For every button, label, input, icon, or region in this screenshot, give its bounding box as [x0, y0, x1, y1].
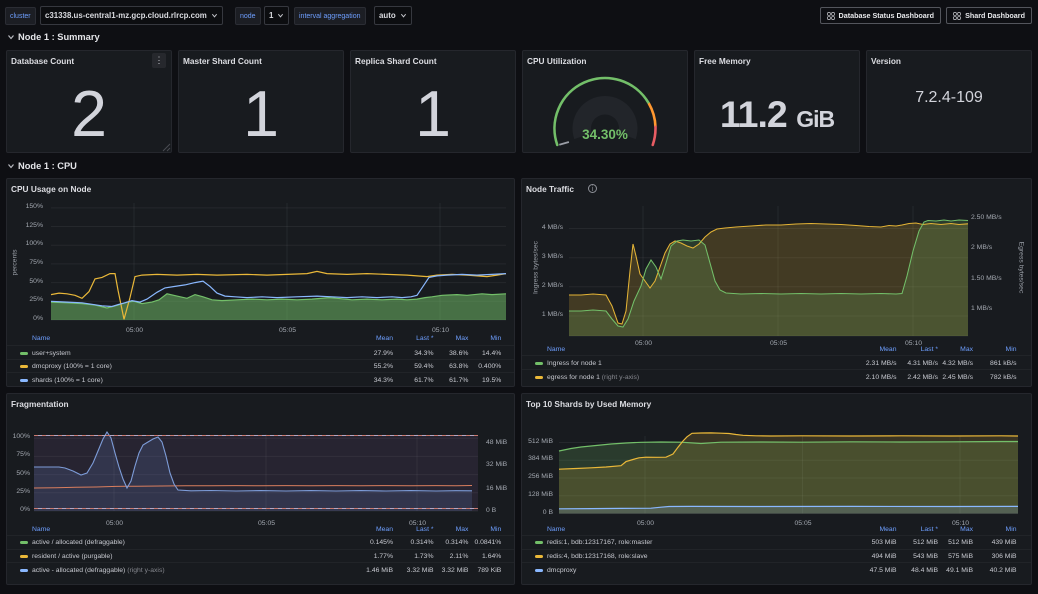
svg-text:34.30%: 34.30% — [582, 127, 628, 142]
